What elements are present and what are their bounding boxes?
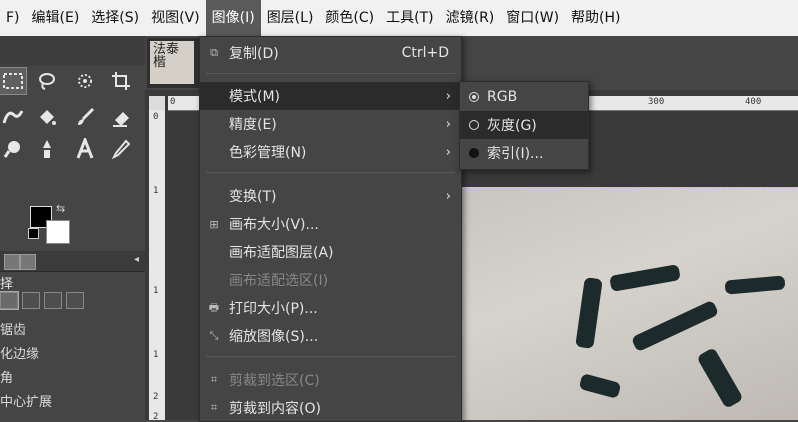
menu-layer[interactable]: 图层(L) [261, 0, 320, 36]
selection-mode-buttons [0, 291, 84, 310]
menu-item-canvas-size[interactable]: ⊞ 画布大小(V)... [200, 210, 461, 238]
menu-tools[interactable]: 工具(T) [380, 0, 439, 36]
menu-item-print-size[interactable]: 🖶 打印大小(P)... [200, 294, 461, 322]
path-icon[interactable] [34, 136, 60, 162]
option-expand-from-center[interactable]: 中心扩展 [0, 391, 52, 410]
smudge-icon[interactable] [0, 136, 26, 162]
ruler-left-label: 2 [153, 392, 159, 402]
menu-image[interactable]: 图像(I) [205, 0, 261, 36]
menu-separator [206, 356, 455, 357]
menu-windows[interactable]: 窗口(W) [500, 0, 565, 36]
thumbnail-calligraphy: 法泰楷 [153, 42, 180, 70]
submenu-item-rgb[interactable]: RGB [460, 83, 588, 111]
mode-add-icon[interactable] [22, 292, 40, 309]
mode-intersect-icon[interactable] [66, 292, 84, 309]
radio-indexed-icon [469, 148, 479, 158]
option-antialias[interactable]: 锯齿 [0, 319, 26, 338]
menu-item-scale-image[interactable]: ⤡ 缩放图像(S)... [200, 322, 461, 350]
calligraphy-stroke [630, 299, 720, 353]
calligraphy-stroke [696, 347, 744, 409]
menubar: F) 编辑(E) 选择(S) 视图(V) 图像(I) 图层(L) 颜色(C) 工… [0, 0, 798, 36]
color-picker-icon[interactable] [108, 136, 134, 162]
ruler-top-label: 400 [745, 97, 762, 107]
menu-item-duplicate[interactable]: ⧉ 复制(D) Ctrl+D [200, 39, 461, 67]
ruler-top-label: 300 [648, 97, 665, 107]
menu-item-mode[interactable]: 模式(M) › [200, 82, 461, 110]
calligraphy-stroke [609, 264, 681, 292]
menu-item-crop-to-content[interactable]: ⌗ 剪裁到内容(O) [200, 394, 461, 422]
tool-options-tab-icon[interactable] [4, 254, 20, 270]
radio-unselected-icon [469, 120, 479, 130]
ruler-left-label: 2 [153, 412, 159, 420]
crop-icon: ⌗ [210, 401, 218, 414]
menu-select[interactable]: 选择(S) [85, 0, 145, 36]
menu-item-crop-to-selection[interactable]: ⌗ 剪裁到选区(C) [200, 366, 461, 394]
submenu-arrow-icon: › [445, 116, 451, 132]
menu-item-transform[interactable]: 变换(T) › [200, 182, 461, 210]
calligraphy-stroke [575, 277, 603, 349]
mode-subtract-icon[interactable] [44, 292, 62, 309]
menu-help[interactable]: 帮助(H) [565, 0, 626, 36]
mode-submenu: RGB 灰度(G) 索引(I)... [459, 81, 589, 170]
swap-colors-icon[interactable]: ⇆ [56, 202, 65, 215]
menu-edit[interactable]: 编辑(E) [26, 0, 86, 36]
mode-replace-icon[interactable] [0, 291, 19, 310]
radio-selected-icon [469, 92, 479, 102]
image-tab[interactable]: 法泰楷 [147, 38, 199, 88]
ruler-left-label: 1 [153, 286, 159, 296]
submenu-arrow-icon: › [445, 144, 451, 160]
ruler-left-label: 0 [153, 112, 159, 122]
tool-options-tabs: ◂ [0, 251, 145, 272]
menu-separator [206, 172, 455, 173]
canvas-size-icon: ⊞ [209, 217, 219, 231]
image-thumbnail: 法泰楷 [150, 41, 194, 84]
menu-item-fit-canvas-to-layers[interactable]: 画布适配图层(A) [200, 238, 461, 266]
option-rounded-corners[interactable]: 角 [0, 367, 13, 386]
menu-item-fit-canvas-to-selection[interactable]: 画布适配选区(I) [200, 266, 461, 294]
image-canvas[interactable] [460, 187, 798, 420]
tool-options-panel: ◂ 择 锯齿 化边缘 角 中心扩展 [0, 251, 145, 420]
eraser-icon[interactable] [108, 104, 134, 130]
menu-item-color-management[interactable]: 色彩管理(N) › [200, 138, 461, 166]
device-status-tab-icon[interactable] [20, 254, 36, 270]
submenu-arrow-icon: › [445, 188, 451, 204]
warp-transform-icon[interactable] [0, 104, 26, 130]
menu-view[interactable]: 视图(V) [145, 0, 206, 36]
crop-icon: ⌗ [210, 373, 218, 386]
ruler-left-label: 1 [153, 186, 159, 196]
menu-filters[interactable]: 滤镜(R) [440, 0, 501, 36]
fuzzy-select-icon[interactable] [72, 68, 98, 94]
toolbox-header [0, 36, 145, 66]
menu-separator [206, 73, 455, 74]
option-feather-edges[interactable]: 化边缘 [0, 343, 39, 362]
menu-colors[interactable]: 颜色(C) [319, 0, 380, 36]
panel-menu-icon[interactable]: ◂ [134, 254, 139, 265]
scale-image-icon: ⤡ [209, 329, 219, 342]
tool-options-title: 择 [0, 277, 14, 292]
print-icon: 🖶 [208, 300, 220, 314]
ruler-corner[interactable] [149, 96, 165, 110]
calligraphy-stroke [724, 275, 786, 295]
submenu-arrow-icon: › [445, 88, 451, 104]
ruler-top-label: 0 [170, 97, 176, 107]
duplicate-icon: ⧉ [210, 46, 218, 59]
bucket-fill-icon[interactable] [34, 104, 60, 130]
text-tool-icon[interactable] [72, 136, 98, 162]
vertical-ruler[interactable]: 0 1 1 1 2 2 [149, 110, 165, 420]
image-menu-dropdown: ⧉ 复制(D) Ctrl+D 模式(M) › 精度(E) › 色彩管理(N) ›… [199, 36, 462, 422]
rect-select-icon[interactable] [0, 67, 27, 95]
ruler-left-label: 1 [153, 350, 159, 360]
menu-item-precision[interactable]: 精度(E) › [200, 110, 461, 138]
paintbrush-icon[interactable] [72, 104, 98, 130]
menu-file[interactable]: F) [0, 0, 26, 36]
calligraphy-stroke [578, 373, 622, 399]
submenu-item-grayscale[interactable]: 灰度(G) [460, 111, 588, 139]
submenu-item-indexed[interactable]: 索引(I)... [460, 139, 588, 167]
crop-icon[interactable] [108, 68, 134, 94]
background-color-swatch[interactable] [46, 220, 70, 244]
reset-colors-icon[interactable] [28, 228, 39, 239]
lasso-icon[interactable] [34, 68, 60, 94]
shortcut-label: Ctrl+D [401, 45, 449, 61]
toolbox: ⇆ ◂ 择 锯齿 化边缘 角 中心扩展 [0, 36, 145, 420]
